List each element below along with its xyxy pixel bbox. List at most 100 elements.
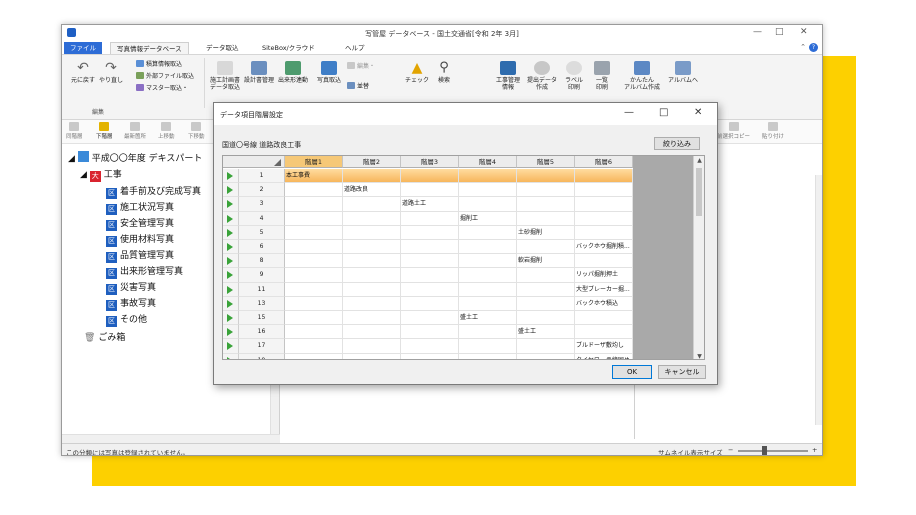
grid-cell[interactable]: 盛土工: [459, 311, 517, 326]
grid-cell[interactable]: [459, 225, 517, 240]
grid-cell[interactable]: [517, 282, 575, 297]
grid-cell[interactable]: [459, 296, 517, 311]
grid-cell[interactable]: [401, 183, 459, 198]
grid-cell[interactable]: [285, 268, 343, 283]
ok-button[interactable]: OK: [612, 365, 652, 379]
table-row[interactable]: 1 本工事費: [223, 169, 633, 184]
grid-cell[interactable]: [343, 296, 401, 311]
import-master-button[interactable]: マスター取込・: [136, 83, 188, 92]
tree-item[interactable]: 区品質管理写真: [106, 248, 174, 263]
dekigata-button[interactable]: 出来形連動: [276, 61, 310, 84]
column-header[interactable]: 階層4: [459, 156, 517, 168]
grid-cell[interactable]: [285, 211, 343, 226]
grid-cell[interactable]: [517, 353, 575, 359]
grid-cell[interactable]: [285, 325, 343, 340]
grid-cell[interactable]: [401, 325, 459, 340]
tab-sitebox[interactable]: SiteBox/クラウド: [256, 42, 321, 54]
grid-cell[interactable]: [575, 169, 633, 184]
grid-cell[interactable]: [459, 325, 517, 340]
tree-item[interactable]: 区使用材料写真: [106, 232, 174, 247]
grid-cell[interactable]: [459, 339, 517, 354]
grid-cell[interactable]: [575, 311, 633, 326]
grid-cell[interactable]: 本工事費: [285, 169, 343, 184]
tree-item[interactable]: 区その他: [106, 312, 147, 327]
grid-cell[interactable]: ブルドーザ敷均し: [575, 339, 633, 354]
tab-photo-db[interactable]: 写真情報データベース: [110, 42, 189, 54]
tree-item[interactable]: 区事故写真: [106, 296, 156, 311]
grid-cell[interactable]: [343, 311, 401, 326]
grid-cell[interactable]: [401, 339, 459, 354]
table-row[interactable]: 3 道路土工: [223, 197, 633, 212]
grid-cell[interactable]: [517, 339, 575, 354]
minimize-button[interactable]: —: [753, 27, 762, 37]
photo-import-button[interactable]: 写真取込: [314, 61, 344, 84]
tree-item[interactable]: 区安全管理写真: [106, 216, 174, 231]
grid-cell[interactable]: [343, 325, 401, 340]
grid-cell[interactable]: [575, 211, 633, 226]
grid-cell[interactable]: [343, 353, 401, 359]
tree-item[interactable]: 区出来形管理写真: [106, 264, 183, 279]
grid-cell[interactable]: バックホウ積込: [575, 296, 633, 311]
table-row[interactable]: 2 道路改良: [223, 183, 633, 198]
design-doc-button[interactable]: 設計書管理: [242, 61, 276, 84]
grid-cell[interactable]: 土砂掘削: [517, 225, 575, 240]
grid-cell[interactable]: [401, 211, 459, 226]
table-row[interactable]: 8 軟岩掘削: [223, 254, 633, 269]
latest-button[interactable]: 最新箇所: [124, 122, 146, 140]
maximize-button[interactable]: □: [775, 27, 784, 37]
import-estimate-button[interactable]: 積算情報取込: [136, 59, 182, 68]
grid-cell[interactable]: [517, 169, 575, 184]
list-print-button[interactable]: 一覧 印刷: [588, 61, 616, 91]
grid-cell[interactable]: [285, 311, 343, 326]
tab-file[interactable]: ファイル: [64, 42, 102, 54]
grid-cell[interactable]: [401, 240, 459, 255]
grid-cell[interactable]: [343, 225, 401, 240]
table-row[interactable]: 11 大型ブレーカー掘...: [223, 282, 633, 297]
help-icon[interactable]: ?: [809, 43, 818, 52]
column-header[interactable]: 階層5: [517, 156, 575, 168]
column-header[interactable]: 階層2: [343, 156, 401, 168]
redo-button[interactable]: ↷ やり直し: [98, 61, 124, 84]
grid-cell[interactable]: [575, 325, 633, 340]
thumb-size-slider[interactable]: [738, 450, 808, 452]
to-album-button[interactable]: アルバムへ: [664, 61, 702, 84]
table-row[interactable]: 16 盛土工: [223, 325, 633, 340]
column-header[interactable]: 階層3: [401, 156, 459, 168]
table-row[interactable]: 19 タイヤローラ締固め: [223, 353, 633, 359]
grid-cell[interactable]: [517, 296, 575, 311]
table-row[interactable]: 13 バックホウ積込: [223, 296, 633, 311]
quick-album-button[interactable]: かんたん アルバム作成: [622, 61, 662, 91]
grid-cell[interactable]: [285, 225, 343, 240]
import-external-button[interactable]: 外部ファイル取込: [136, 71, 194, 80]
column-header[interactable]: 階層1: [285, 156, 343, 168]
grid-cell[interactable]: [459, 240, 517, 255]
grid-cell[interactable]: [343, 282, 401, 297]
grid-cell[interactable]: 道路改良: [343, 183, 401, 198]
dialog-maximize-button[interactable]: □: [659, 107, 668, 118]
grid-cell[interactable]: [517, 183, 575, 198]
table-row[interactable]: 4 掘削工: [223, 211, 633, 226]
grid-scrollbar[interactable]: ▲ ▼: [693, 156, 704, 359]
move-down-button[interactable]: 下移動: [188, 122, 205, 140]
sub-level-button[interactable]: 下階層: [96, 122, 113, 140]
tree-horizontal-scrollbar[interactable]: [62, 434, 280, 443]
tree-node-construction[interactable]: ◢ 大工事: [80, 167, 122, 182]
tab-data-import[interactable]: データ取込: [200, 42, 245, 54]
scroll-down-icon[interactable]: ▼: [694, 353, 704, 359]
preview-scrollbar[interactable]: [815, 175, 822, 425]
sort-button[interactable]: 並替: [347, 81, 369, 90]
grid-cell[interactable]: [459, 282, 517, 297]
grid-cell[interactable]: [285, 254, 343, 269]
grid-cell[interactable]: [343, 169, 401, 184]
tree-item[interactable]: 区施工状況写真: [106, 200, 174, 215]
scroll-up-icon[interactable]: ▲: [694, 157, 704, 164]
grid-cell[interactable]: [285, 296, 343, 311]
grid-cell[interactable]: タイヤローラ締固め: [575, 353, 633, 359]
grid-cell[interactable]: [401, 353, 459, 359]
grid-cell[interactable]: 道路土工: [401, 197, 459, 212]
grid-cell[interactable]: [517, 240, 575, 255]
tree-root[interactable]: ◢ 平成〇〇年度 デキスパート: [68, 151, 202, 164]
tree-item[interactable]: 区着手前及び完成写真: [106, 184, 201, 199]
grid-cell[interactable]: [285, 197, 343, 212]
table-row[interactable]: 17 ブルドーザ敷均し: [223, 339, 633, 354]
